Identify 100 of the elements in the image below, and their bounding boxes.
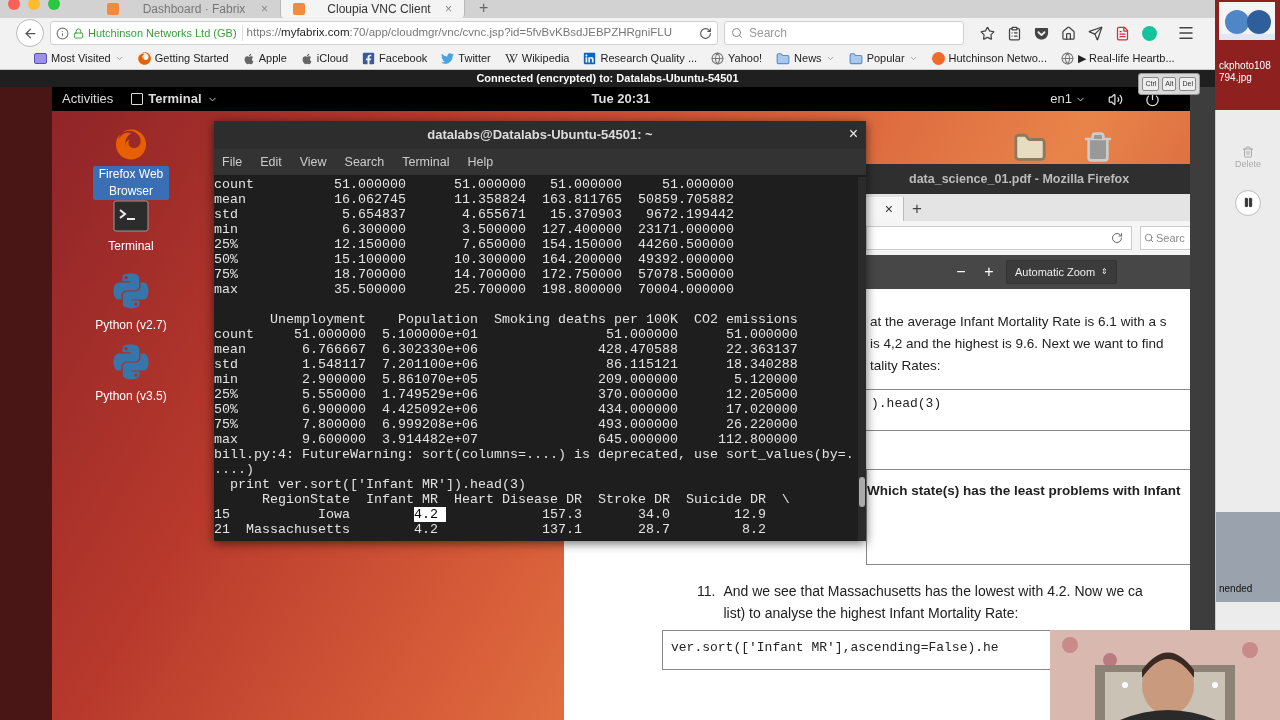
- terminal-line: mean 16.062745 11.358824 163.811765 50859.705882: [214, 192, 734, 207]
- terminal-line: max 9.600000 3.914482e+07 645.000000 112.800000: [214, 432, 798, 447]
- new-tab-button[interactable]: +: [912, 200, 922, 218]
- document-text: And we see that Massachusetts has the lowest with 4.2. Now we ca: [723, 582, 1143, 601]
- bookmark-item[interactable]: Wikipedia: [504, 50, 570, 67]
- pocket-icon[interactable]: [1034, 25, 1049, 41]
- bookmark-item[interactable]: iCloud: [300, 50, 349, 67]
- terminal-line: min 2.900000 5.861070e+05 209.000000 5.120000: [214, 372, 798, 387]
- window-title: data_science_01.pdf - Mozilla Firefox: [909, 170, 1130, 188]
- menu-item[interactable]: Search: [344, 152, 385, 172]
- volume-icon[interactable]: [1108, 91, 1123, 107]
- wikipedia-icon: [504, 52, 518, 65]
- bookmark-item[interactable]: Apple: [242, 50, 287, 67]
- app-menu[interactable]: Terminal: [131, 89, 218, 109]
- zoom-in-button[interactable]: +: [978, 260, 1000, 284]
- desktop-icon[interactable]: Terminal: [92, 200, 170, 271]
- bookmarks-icon: [34, 53, 47, 64]
- terminal-icon: [113, 200, 149, 232]
- window-title: datalabs@Datalabs-Ubuntu-54501: ~: [427, 126, 653, 145]
- bookmark-star-icon[interactable]: [980, 25, 995, 41]
- bookmark-item[interactable]: News: [776, 50, 835, 67]
- search-field[interactable]: Searc: [1140, 226, 1190, 250]
- terminal-line: 25% 5.550000 1.749529e+06 370.000000 12.205000: [214, 387, 798, 402]
- back-icon: [22, 25, 38, 41]
- bookmark-item[interactable]: Most Visited: [34, 50, 124, 67]
- zoom-out-button[interactable]: −: [950, 260, 972, 284]
- reload-icon[interactable]: [699, 26, 712, 40]
- pause-icon: [1242, 197, 1254, 208]
- site-identity: Hutchinson Networks Ltd (GB): [88, 24, 243, 42]
- address-field[interactable]: [866, 226, 1132, 250]
- apple-icon: [300, 52, 313, 65]
- back-button[interactable]: [16, 19, 44, 47]
- document-text: list) to analyse the highest Infant Mortality Rate:: [723, 604, 1020, 623]
- terminal-line: 15 Iowa: [214, 507, 351, 522]
- python-icon: [111, 342, 151, 382]
- pdf-icon[interactable]: [1115, 25, 1130, 41]
- pause-button[interactable]: [1235, 189, 1261, 216]
- menu-item[interactable]: View: [299, 152, 327, 172]
- bookmark-item[interactable]: Hutchinson Netwo...: [931, 50, 1047, 67]
- zoom-select[interactable]: Automatic Zoom ⇕: [1006, 260, 1118, 284]
- terminal-line: 157.3 34.0 12.9: [540, 507, 766, 522]
- terminal-line: bill.py:4: FutureWarning: sort(columns=....) is deprecated, use sort_values(by=.: [214, 447, 854, 462]
- notification-text: nended: [1219, 581, 1254, 596]
- file-label: ckphoto108: [1219, 60, 1271, 72]
- menu-item[interactable]: Edit: [260, 152, 282, 172]
- url-text: https://myfabrix.com:70/app/cloudmgr/vnc/cvnc.jsp?id=5fvBvKBsdJEBPZHRgniFLU: [246, 25, 673, 41]
- menu-item[interactable]: Terminal: [402, 152, 450, 172]
- trash-icon: [1242, 146, 1254, 158]
- terminal-line: ....): [214, 462, 254, 477]
- terminal-line: 75% 18.700000 14.700000 172.750000 57078.500000: [214, 267, 734, 282]
- desktop-icon[interactable]: Python (v3.5): [92, 342, 170, 413]
- home-icon[interactable]: [1061, 25, 1076, 41]
- terminal-line: max 35.500000 25.700000 198.800000 70004.000000: [214, 282, 734, 297]
- scrollbar-thumb[interactable]: [859, 477, 865, 507]
- terminal-line: count 51.000000 51.000000 51.000000 51.000000: [214, 177, 734, 192]
- bookmark-item[interactable]: ▶ Real-life Heartb...: [1061, 50, 1175, 67]
- bookmark-item[interactable]: Research Quality ...: [583, 50, 698, 67]
- clipboard-icon[interactable]: [1007, 25, 1022, 41]
- tab-favicon-icon: [293, 3, 305, 15]
- terminal-line: Unemployment Population Smoking deaths per 100K CO2 emissions: [269, 312, 798, 327]
- close-button[interactable]: ×: [848, 125, 858, 143]
- input-source-menu[interactable]: en1: [1050, 89, 1086, 109]
- reload-icon[interactable]: [1111, 232, 1123, 244]
- activities-button[interactable]: Activities: [62, 89, 114, 109]
- address-field[interactable]: Hutchinson Networks Ltd (GB) https://myfabrix.com:70/app/cloudmgr/vnc/cvnc.jsp?id=5fvBvKBsdJEBPZHRgniFLU: [50, 21, 718, 45]
- clock[interactable]: Tue 20:31: [434, 89, 808, 109]
- bookmark-item[interactable]: Facebook: [362, 50, 428, 67]
- browser-tab[interactable]: Cloupia VNC Client ×: [280, 0, 465, 18]
- file-label: 794.jpg: [1219, 72, 1252, 84]
- bookmark-item[interactable]: Twitter: [441, 50, 491, 67]
- caret-icon: [114, 54, 124, 63]
- bookmark-item[interactable]: Getting Started: [137, 50, 229, 67]
- menu-item[interactable]: Help: [467, 152, 494, 172]
- menu-icon[interactable]: [1177, 24, 1195, 42]
- code-text: ver.sort(['Infant MR'],ascending=False).he: [671, 640, 999, 655]
- document-text: tality Rates:: [870, 357, 942, 375]
- new-tab-button[interactable]: +: [479, 0, 489, 18]
- folder-icon: [776, 51, 791, 66]
- code-text: ).head(3): [871, 395, 942, 413]
- trash-icon: [1082, 129, 1114, 165]
- browser-tab[interactable]: ×: [866, 197, 904, 221]
- bookmark-item[interactable]: Yahoo!: [711, 50, 763, 67]
- bookmark-item[interactable]: Popular: [848, 50, 918, 67]
- terminal-line: 75% 7.800000 6.999208e+06 493.000000 26.220000: [214, 417, 798, 432]
- caret-icon: [825, 54, 835, 63]
- bird-icon: [441, 52, 455, 65]
- search-icon: [1144, 233, 1154, 243]
- send-icon[interactable]: [1088, 25, 1103, 41]
- terminal-line: 50% 6.900000 4.425092e+06 434.000000 17.020000: [214, 402, 798, 417]
- caret-icon: [908, 54, 918, 63]
- terminal-line: 25% 12.150000 7.650000 154.150000 44260.500000: [214, 237, 734, 252]
- linkedin-icon: [583, 52, 597, 65]
- connection-status: Connected (encrypted) to: Datalabs-Ubuntu-54501: [476, 71, 739, 87]
- facebook-icon: [362, 52, 376, 65]
- terminal-line: RegionState Infant MR Heart Disease DR Stroke DR Suicide DR \: [261, 492, 790, 507]
- terminal-line: 21 Massachusetts 4.2 137.1 28.7 8.2: [214, 522, 766, 537]
- firefox-icon: [137, 52, 151, 65]
- lock-icon: [73, 27, 84, 39]
- menu-item[interactable]: File: [222, 152, 243, 172]
- desktop-icon[interactable]: Python (v2.7): [92, 271, 170, 342]
